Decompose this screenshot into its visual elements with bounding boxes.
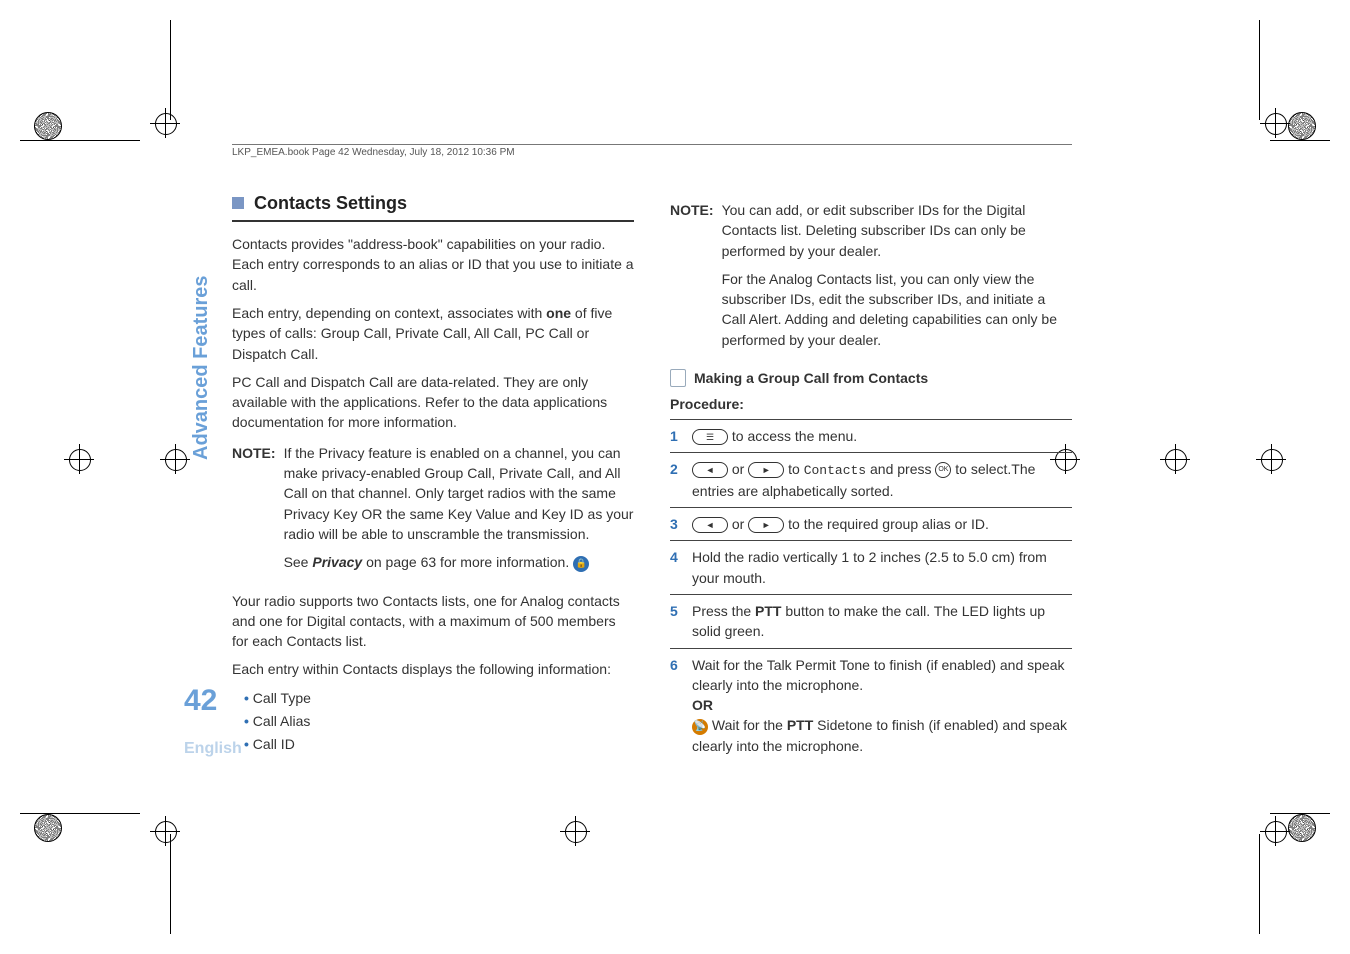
step-body: ◄ or ► to the required group alias or ID…: [692, 514, 1072, 534]
step-number: 5: [670, 601, 682, 642]
page-number: 42: [184, 684, 217, 718]
print-mark-sunburst: [34, 112, 62, 140]
header-text: LKP_EMEA.book Page 42 Wednesday, July 18…: [232, 147, 515, 158]
step-body: ◄ or ► to Contacts and press OK to selec…: [692, 459, 1072, 501]
left-column: Contacts Settings Contacts provides "add…: [232, 190, 634, 762]
subsection-heading-row: Making a Group Call from Contacts: [670, 368, 1072, 388]
procedure-label: Procedure:: [670, 394, 1072, 414]
step-number: 2: [670, 459, 682, 501]
paragraph: Your radio supports two Contacts lists, …: [232, 591, 634, 652]
step-body: Wait for the Talk Permit Tone to finish …: [692, 655, 1072, 756]
registration-mark: [150, 816, 180, 846]
crop-line: [1259, 20, 1260, 120]
note-label: NOTE:: [670, 200, 714, 358]
step-number: 4: [670, 547, 682, 588]
paragraph: Each entry within Contacts displays the …: [232, 659, 634, 679]
step: 4 Hold the radio vertically 1 to 2 inche…: [670, 541, 1072, 595]
right-button-icon: ►: [748, 517, 784, 533]
crop-line: [1270, 140, 1330, 141]
section-marker-icon: [232, 197, 244, 209]
list-item: Call ID: [244, 734, 634, 754]
paragraph: Contacts provides "address-book" capabil…: [232, 234, 634, 295]
left-button-icon: ◄: [692, 462, 728, 478]
subsection-heading: Making a Group Call from Contacts: [694, 368, 928, 388]
step-body: Press the PTT button to make the call. T…: [692, 601, 1072, 642]
registration-mark: [560, 816, 590, 846]
page-header: LKP_EMEA.book Page 42 Wednesday, July 18…: [232, 144, 1072, 158]
crop-line: [170, 834, 171, 934]
bullet-list: Call Type Call Alias Call ID: [232, 688, 634, 755]
step-body: Hold the radio vertically 1 to 2 inches …: [692, 547, 1072, 588]
list-item: Call Type: [244, 688, 634, 708]
step: 1 ☰ to access the menu.: [670, 419, 1072, 453]
note-text: If the Privacy feature is enabled on a c…: [284, 443, 634, 544]
or-label: OR: [692, 697, 713, 713]
page-icon: [670, 369, 686, 387]
antenna-icon: 📡: [692, 719, 708, 735]
right-button-icon: ►: [748, 462, 784, 478]
note-body: If the Privacy feature is enabled on a c…: [284, 443, 634, 581]
step-number: 3: [670, 514, 682, 534]
procedure-steps: 1 ☰ to access the menu. 2 ◄ or ► to Cont…: [670, 419, 1072, 762]
crop-line: [1259, 834, 1260, 934]
registration-mark: [150, 108, 180, 138]
section-title: Contacts Settings: [254, 190, 407, 216]
registration-mark: [1256, 444, 1286, 474]
lock-icon: 🔒: [573, 556, 589, 572]
step: 2 ◄ or ► to Contacts and press OK to sel…: [670, 453, 1072, 508]
content-area: Contacts Settings Contacts provides "add…: [232, 190, 1072, 762]
print-mark-sunburst: [1288, 112, 1316, 140]
step: 5 Press the PTT button to make the call.…: [670, 595, 1072, 649]
left-button-icon: ◄: [692, 517, 728, 533]
list-item: Call Alias: [244, 711, 634, 731]
step-number: 6: [670, 655, 682, 756]
step: 3 ◄ or ► to the required group alias or …: [670, 508, 1072, 541]
paragraph: Each entry, depending on context, associ…: [232, 303, 634, 364]
note-text: See Privacy on page 63 for more informat…: [284, 552, 634, 572]
registration-mark: [1260, 108, 1290, 138]
step-number: 1: [670, 426, 682, 446]
registration-mark: [160, 444, 190, 474]
paragraph: PC Call and Dispatch Call are data-relat…: [232, 372, 634, 433]
crop-line: [170, 20, 171, 120]
section-tab: Advanced Features: [190, 275, 213, 460]
section-title-row: Contacts Settings: [232, 190, 634, 216]
crop-line: [20, 140, 140, 141]
registration-mark: [64, 444, 94, 474]
ok-button-icon: OK: [935, 462, 951, 478]
step-body: ☰ to access the menu.: [692, 426, 1072, 446]
note-label: NOTE:: [232, 443, 276, 581]
note-body: You can add, or edit subscriber IDs for …: [722, 200, 1072, 358]
note-text: For the Analog Contacts list, you can on…: [722, 269, 1072, 350]
registration-mark: [1260, 816, 1290, 846]
note-block: NOTE: You can add, or edit subscriber ID…: [670, 200, 1072, 358]
crop-line: [1270, 813, 1330, 814]
print-mark-sunburst: [34, 814, 62, 842]
print-mark-sunburst: [1288, 814, 1316, 842]
step: 6 Wait for the Talk Permit Tone to finis…: [670, 649, 1072, 762]
section-rule: [232, 220, 634, 222]
privacy-link[interactable]: Privacy: [312, 554, 362, 570]
note-block: NOTE: If the Privacy feature is enabled …: [232, 443, 634, 581]
right-column: NOTE: You can add, or edit subscriber ID…: [670, 190, 1072, 762]
crop-line: [20, 813, 140, 814]
menu-item-contacts: Contacts: [804, 463, 866, 478]
menu-button-icon: ☰: [692, 429, 728, 445]
note-text: You can add, or edit subscriber IDs for …: [722, 200, 1072, 261]
registration-mark: [1160, 444, 1190, 474]
